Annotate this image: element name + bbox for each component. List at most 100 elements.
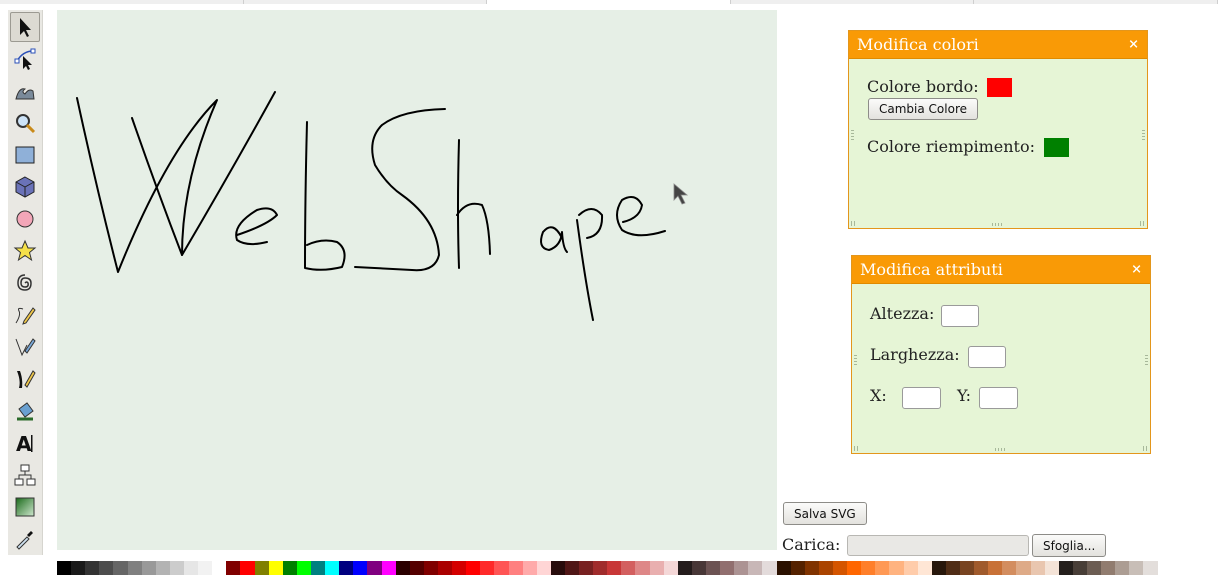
palette-swatch[interactable] [268, 561, 283, 575]
zoom-tool-button[interactable] [10, 108, 40, 138]
spiral-tool-button[interactable] [10, 268, 40, 298]
palette-swatch[interactable] [903, 561, 918, 575]
palette-swatch[interactable] [804, 561, 819, 575]
palette-swatch[interactable] [85, 561, 100, 575]
palette-swatch[interactable] [395, 561, 410, 575]
selector-tool-button[interactable] [10, 12, 40, 42]
palette-swatch[interactable] [466, 561, 481, 575]
palette-swatch[interactable] [550, 561, 565, 575]
palette-swatch[interactable] [522, 561, 537, 575]
palette-swatch[interactable] [945, 561, 960, 575]
drawing-canvas[interactable] [57, 10, 777, 550]
palette-swatch[interactable] [960, 561, 975, 575]
palette-swatch[interactable] [1072, 561, 1087, 575]
palette-swatch[interactable] [155, 561, 170, 575]
connector-tool-button[interactable] [10, 460, 40, 490]
palette-swatch[interactable] [423, 561, 438, 575]
palette-swatch[interactable] [508, 561, 523, 575]
palette-swatch[interactable] [1143, 561, 1158, 575]
palette-swatch[interactable] [1058, 561, 1073, 575]
file-path-field[interactable] [847, 535, 1029, 556]
resize-grip-corner[interactable] [1143, 446, 1148, 451]
palette-swatch[interactable] [776, 561, 791, 575]
gradient-tool-button[interactable] [10, 492, 40, 522]
change-color-button[interactable]: Cambia Colore [868, 98, 978, 120]
palette-swatch[interactable] [875, 561, 890, 575]
fill-color-swatch[interactable] [1044, 138, 1069, 157]
palette-swatch[interactable] [1030, 561, 1045, 575]
palette-swatch[interactable] [198, 561, 213, 575]
palette-swatch[interactable] [339, 561, 354, 575]
palette-swatch[interactable] [847, 561, 862, 575]
palette-swatch[interactable] [1044, 561, 1059, 575]
star-tool-button[interactable] [10, 236, 40, 266]
palette-swatch[interactable] [861, 561, 876, 575]
palette-swatch[interactable] [917, 561, 932, 575]
bucket-tool-button[interactable] [10, 396, 40, 426]
palette-swatch[interactable] [720, 561, 735, 575]
palette-swatch[interactable] [71, 561, 86, 575]
palette-swatch[interactable] [113, 561, 128, 575]
x-input[interactable] [902, 387, 941, 409]
palette-swatch[interactable] [593, 561, 608, 575]
rectangle-tool-button[interactable] [10, 140, 40, 170]
palette-swatch[interactable] [437, 561, 453, 575]
palette-swatch[interactable] [833, 561, 848, 575]
height-input[interactable] [941, 305, 979, 327]
attributes-dialog-titlebar[interactable]: Modifica attributi × [852, 256, 1150, 284]
resize-grip-corner[interactable] [854, 446, 859, 451]
palette-swatch[interactable] [1002, 561, 1017, 575]
resize-grip-corner[interactable] [851, 221, 856, 226]
palette-swatch[interactable] [706, 561, 721, 575]
width-input[interactable] [968, 346, 1006, 368]
palette-swatch[interactable] [1115, 561, 1130, 575]
colors-dialog-titlebar[interactable]: Modifica colori × [849, 31, 1147, 59]
palette-swatch[interactable] [818, 561, 834, 575]
palette-swatch[interactable] [621, 561, 636, 575]
palette-swatch[interactable] [677, 561, 692, 575]
dropper-tool-button[interactable] [10, 524, 40, 554]
palette-swatch[interactable] [254, 561, 269, 575]
palette-swatch[interactable] [296, 561, 311, 575]
palette-swatch[interactable] [381, 561, 396, 575]
palette-swatch[interactable] [141, 561, 156, 575]
palette-swatch[interactable] [240, 561, 255, 575]
palette-swatch[interactable] [494, 561, 509, 575]
palette-swatch[interactable] [988, 561, 1003, 575]
box3d-tool-button[interactable] [10, 172, 40, 202]
text-tool-button[interactable]: A [10, 428, 40, 458]
palette-swatch[interactable] [310, 561, 326, 575]
palette-swatch[interactable] [931, 561, 946, 575]
palette-swatch[interactable] [226, 561, 241, 575]
resize-grip-right[interactable] [1145, 354, 1148, 367]
resize-grip-left[interactable] [851, 129, 854, 142]
resize-grip-right[interactable] [1142, 129, 1145, 142]
resize-grip-left[interactable] [854, 354, 857, 367]
palette-swatch[interactable] [1016, 561, 1031, 575]
resize-grip-corner[interactable] [1140, 221, 1145, 226]
close-icon[interactable]: × [1131, 256, 1142, 283]
palette-swatch[interactable] [635, 561, 650, 575]
save-svg-button[interactable]: Salva SVG [783, 502, 867, 525]
palette-swatch[interactable] [480, 561, 495, 575]
stroke-color-swatch[interactable] [987, 78, 1012, 97]
node-tool-button[interactable] [10, 44, 40, 74]
tweak-tool-button[interactable] [10, 76, 40, 106]
palette-swatch[interactable] [99, 561, 114, 575]
y-input[interactable] [979, 387, 1018, 409]
close-icon[interactable]: × [1128, 31, 1139, 58]
palette-swatch[interactable] [607, 561, 622, 575]
palette-swatch[interactable] [691, 561, 707, 575]
palette-swatch[interactable] [889, 561, 904, 575]
palette-swatch[interactable] [127, 561, 142, 575]
palette-swatch[interactable] [974, 561, 989, 575]
palette-swatch[interactable] [57, 561, 72, 575]
palette-swatch[interactable] [649, 561, 664, 575]
palette-swatch[interactable] [169, 561, 184, 575]
palette-swatch[interactable] [452, 561, 467, 575]
palette-swatch[interactable] [536, 561, 551, 575]
palette-swatch[interactable] [748, 561, 763, 575]
pen-tool-button[interactable] [10, 332, 40, 362]
palette-swatch[interactable] [282, 561, 297, 575]
palette-swatch[interactable] [734, 561, 749, 575]
